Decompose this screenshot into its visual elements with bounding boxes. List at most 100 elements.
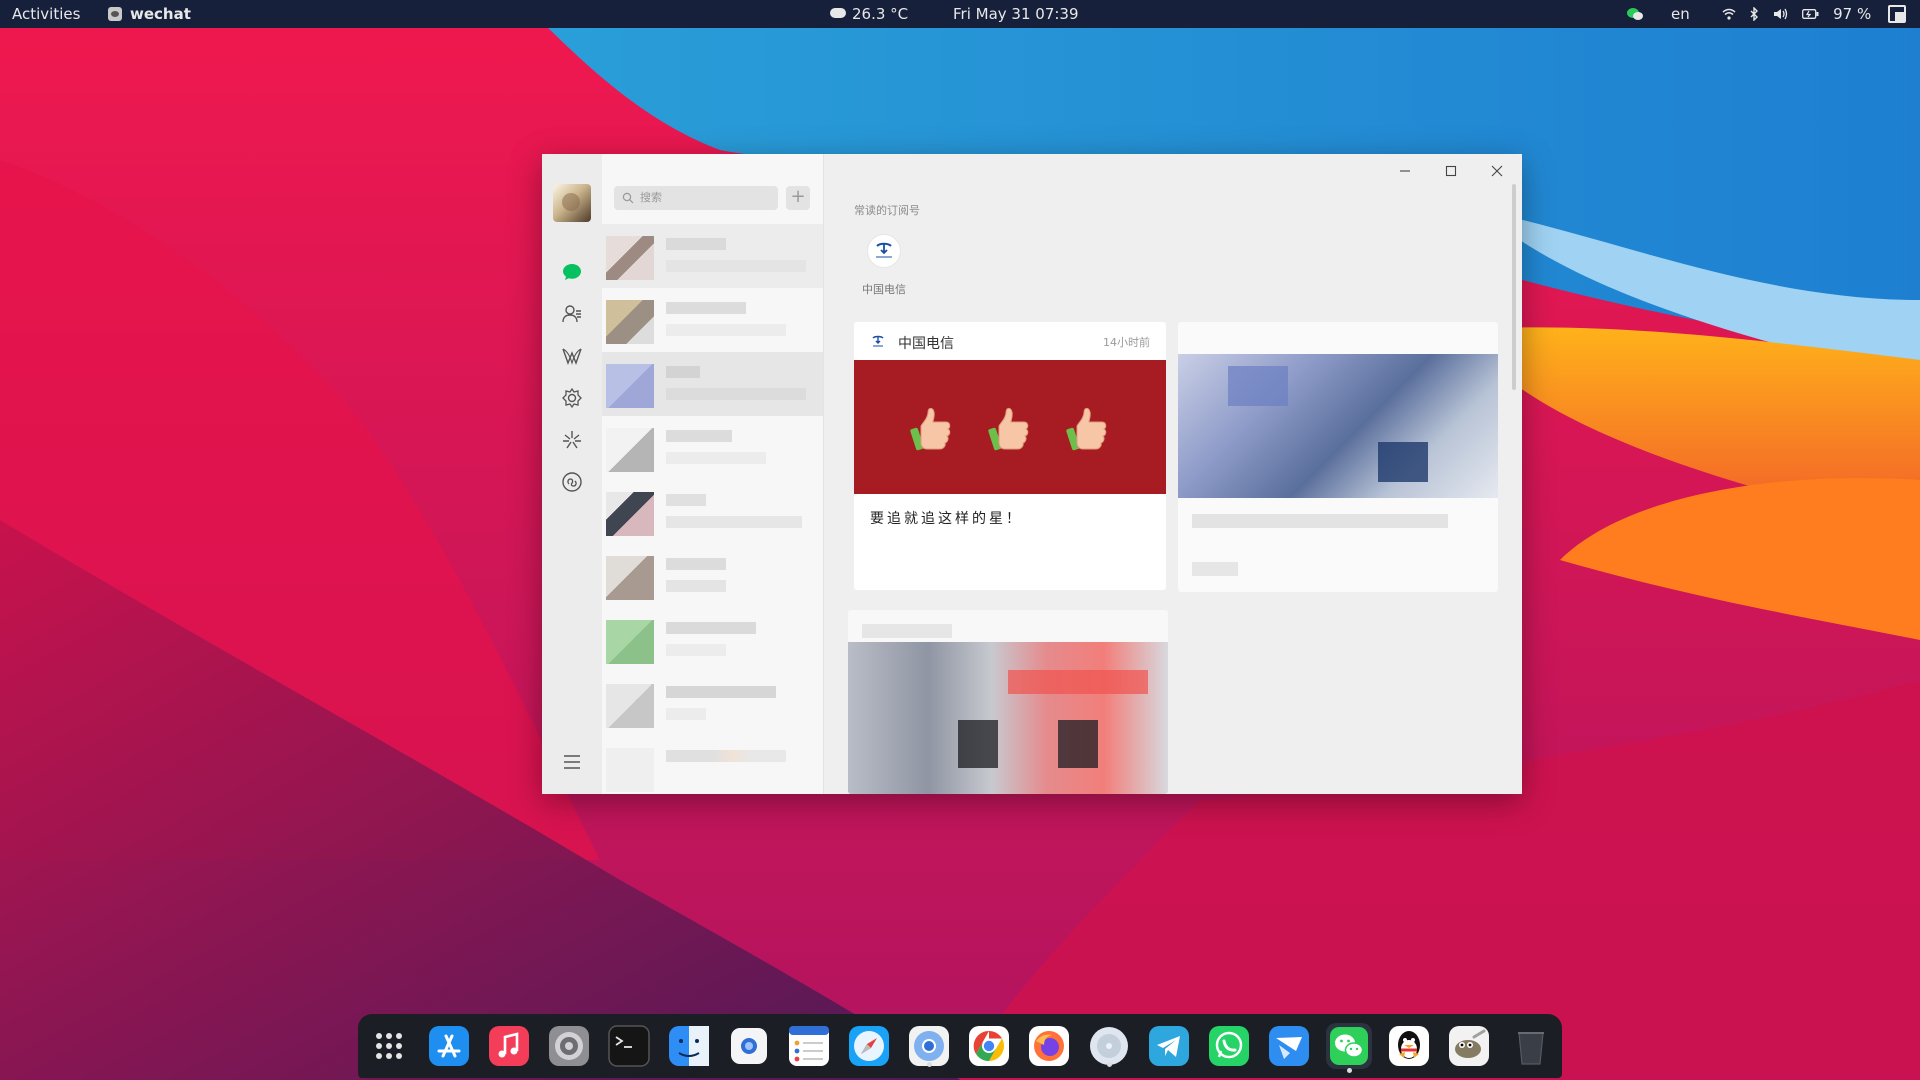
- blurred-text: [862, 624, 952, 638]
- wifi-icon: [1722, 5, 1741, 23]
- china-telecom-logo-icon[interactable]: [867, 234, 901, 268]
- blurred-text: [1192, 562, 1238, 576]
- weather-indicator[interactable]: 26.3 °C: [830, 0, 908, 28]
- gimp-icon[interactable]: [1446, 1023, 1492, 1069]
- blurred-text: [666, 388, 806, 400]
- blurred-text: [666, 366, 700, 378]
- avatar: [606, 300, 654, 344]
- clock[interactable]: Fri May 31 07:39: [953, 0, 1079, 28]
- list-item[interactable]: [602, 672, 823, 736]
- blurred-image: [848, 642, 1168, 794]
- app-store-icon[interactable]: [426, 1023, 472, 1069]
- firefox-icon[interactable]: [1026, 1023, 1072, 1069]
- blurred-text: [666, 644, 726, 656]
- avatar: [606, 492, 654, 536]
- settings-gear-icon[interactable]: [560, 386, 584, 410]
- avatar: [606, 364, 654, 408]
- account-name: 中国电信: [898, 336, 954, 352]
- wechat-window: 搜索 + 常读的订阅号 中国电信 中国电信 14小时前 要追就追这样的星！: [542, 154, 1522, 794]
- reminders-icon[interactable]: [786, 1023, 832, 1069]
- bluetooth-icon: [1750, 5, 1764, 23]
- system-settings-icon[interactable]: [546, 1023, 592, 1069]
- app-grid-icon[interactable]: [366, 1023, 412, 1069]
- blurred-text: [666, 516, 802, 528]
- wechat-icon[interactable]: [1326, 1023, 1372, 1073]
- article-card-blurred[interactable]: [1178, 322, 1498, 592]
- music-icon[interactable]: [486, 1023, 532, 1069]
- qq-icon[interactable]: [1386, 1023, 1432, 1069]
- menu-icon[interactable]: [560, 750, 584, 774]
- running-indicator: [1347, 1068, 1352, 1073]
- language-indicator[interactable]: en: [1671, 0, 1690, 28]
- screenshot-icon[interactable]: [726, 1023, 772, 1069]
- article-card-blurred[interactable]: [848, 610, 1168, 794]
- chat-list: 搜索 +: [602, 154, 824, 794]
- minimize-button[interactable]: [1390, 158, 1420, 184]
- blurred-text: [666, 686, 776, 698]
- chat-icon[interactable]: [560, 260, 584, 284]
- avatar: [606, 556, 654, 600]
- window-overview-icon[interactable]: [1888, 5, 1906, 23]
- list-item[interactable]: [602, 480, 823, 544]
- avatar: [606, 684, 654, 728]
- list-item[interactable]: [602, 224, 823, 288]
- list-item[interactable]: [602, 736, 823, 794]
- weather-temperature: 26.3 °C: [852, 5, 909, 23]
- add-button[interactable]: +: [786, 186, 810, 210]
- list-item[interactable]: [602, 352, 823, 416]
- chromium-icon[interactable]: [906, 1023, 952, 1069]
- list-item[interactable]: [602, 288, 823, 352]
- card-header: 中国电信 14小时前: [854, 322, 1166, 360]
- moments-icon[interactable]: [560, 428, 584, 452]
- feishu-icon[interactable]: [1266, 1023, 1312, 1069]
- running-indicator: [927, 1062, 932, 1067]
- blurred-image: [1178, 354, 1498, 498]
- trash-icon[interactable]: [1508, 1023, 1554, 1069]
- list-item[interactable]: [602, 544, 823, 608]
- wechat-sidebar-nav: [542, 154, 602, 794]
- battery-icon: [1802, 5, 1824, 23]
- china-telecom-logo-icon: [872, 335, 884, 347]
- finder-icon[interactable]: [666, 1023, 712, 1069]
- avatar[interactable]: [553, 184, 591, 222]
- top-bar: Activities wechat 26.3 °C Fri May 31 07:…: [0, 0, 1920, 28]
- app-menu[interactable]: wechat: [108, 0, 191, 28]
- terminal-icon[interactable]: [606, 1023, 652, 1069]
- favorites-icon[interactable]: [560, 344, 584, 368]
- wechat-tray-icon[interactable]: [1626, 0, 1644, 28]
- article-card[interactable]: 中国电信 14小时前 要追就追这样的星！: [854, 322, 1166, 590]
- app-name: wechat: [130, 5, 191, 23]
- blurred-text: [666, 708, 706, 720]
- list-item[interactable]: [602, 416, 823, 480]
- article-banner-image: [854, 360, 1166, 494]
- whatsapp-icon[interactable]: [1206, 1023, 1252, 1069]
- mini-programs-icon[interactable]: [560, 470, 584, 494]
- thumbs-up-icon: [988, 407, 1029, 451]
- telegram-icon[interactable]: [1146, 1023, 1192, 1069]
- scrollbar[interactable]: [1512, 184, 1516, 390]
- blurred-text: [1192, 514, 1448, 528]
- blurred-text: [666, 302, 746, 314]
- thumbs-up-icon: [910, 407, 951, 451]
- safari-icon[interactable]: [846, 1023, 892, 1069]
- blurred-image: [1008, 670, 1148, 694]
- contacts-icon[interactable]: [560, 302, 584, 326]
- chrome-icon[interactable]: [966, 1023, 1012, 1069]
- disk-icon[interactable]: [1086, 1023, 1132, 1069]
- list-item[interactable]: [602, 608, 823, 672]
- maximize-button[interactable]: [1436, 158, 1466, 184]
- close-button[interactable]: [1482, 158, 1512, 184]
- system-status-area[interactable]: 97 %: [1722, 0, 1880, 28]
- avatar: [606, 748, 654, 792]
- activities-button[interactable]: Activities: [12, 0, 80, 28]
- subscription-name[interactable]: 中国电信: [862, 281, 906, 297]
- blurred-text: [666, 622, 756, 634]
- subscriptions-panel: 常读的订阅号 中国电信 中国电信 14小时前 要追就追这样的星！: [824, 154, 1522, 794]
- article-title: 要追就追这样的星！: [870, 511, 1023, 527]
- search-input[interactable]: 搜索: [614, 186, 778, 210]
- wechat-app-icon: [108, 7, 122, 21]
- dock: [358, 1014, 1562, 1078]
- blurred-image: [958, 720, 998, 768]
- search-icon: [622, 192, 634, 204]
- avatar: [606, 620, 654, 664]
